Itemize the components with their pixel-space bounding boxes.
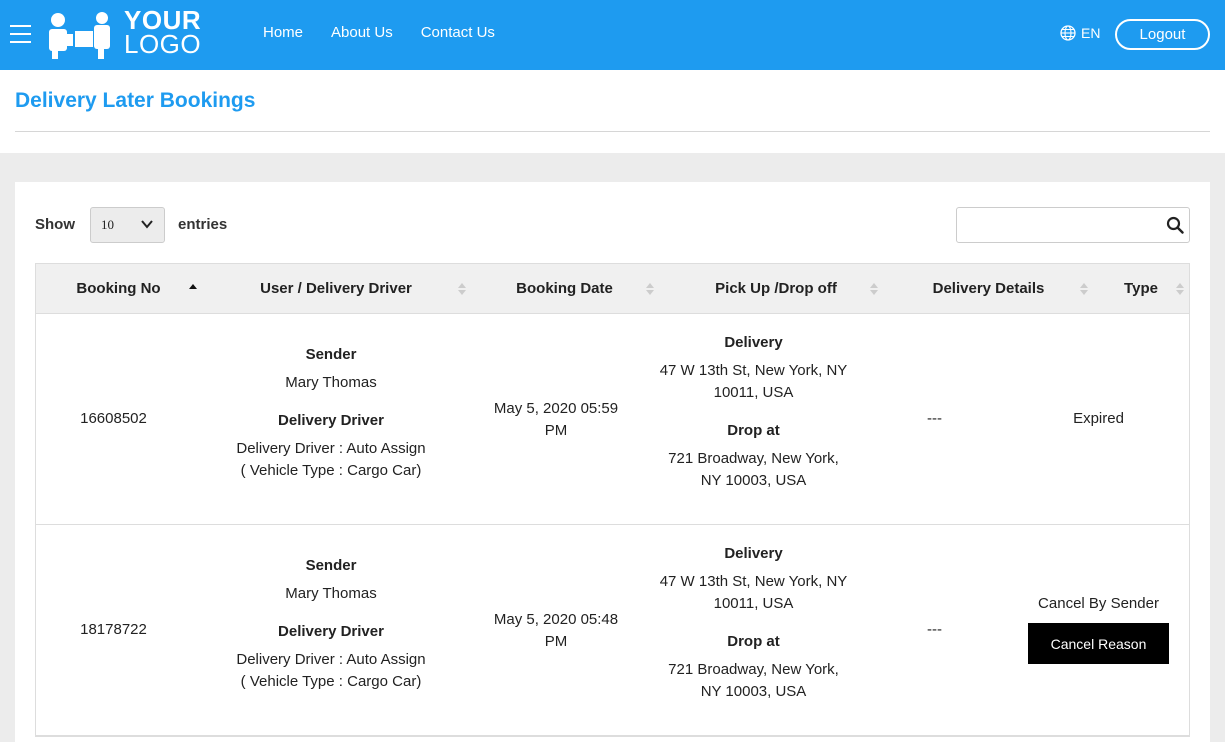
sort-icon[interactable] <box>458 281 466 297</box>
sender-heading: Sender <box>305 346 357 363</box>
drop-address-line-2: NY 10003, USA <box>700 472 807 489</box>
page-length-value: 10 <box>101 217 114 232</box>
show-label: Show <box>35 216 75 233</box>
top-navbar: YOUR LOGO Home About Us Contact Us EN Lo… <box>0 0 1225 70</box>
delivery-details: --- <box>927 410 942 427</box>
pickup-heading: Delivery <box>724 545 783 562</box>
sort-icon[interactable] <box>646 281 654 297</box>
booking-date-line-1: May 5, 2020 05:59 <box>493 400 619 417</box>
column-booking-date[interactable]: Booking Date <box>491 264 638 314</box>
pickup-address-line-1: 47 W 13th St, New York, NY <box>659 362 848 379</box>
sort-asc-icon[interactable] <box>189 281 197 297</box>
booking-date-line-2: PM <box>544 633 568 650</box>
sender-name: Mary Thomas <box>285 585 377 602</box>
nav-about-us[interactable]: About Us <box>331 24 393 41</box>
driver-assign: Delivery Driver : Auto Assign <box>236 651 426 668</box>
table-row: 18178722 Sender Mary Thomas Delivery Dri… <box>36 525 1189 736</box>
table-row: 16608502 Sender Mary Thomas Delivery Dri… <box>36 314 1189 525</box>
pickup-address-line-2: 10011, USA <box>713 384 794 401</box>
bookings-card: Show 10 entries Booking No User / Delive… <box>15 182 1210 742</box>
sender-heading: Sender <box>305 557 357 574</box>
logo[interactable]: YOUR LOGO <box>44 7 209 60</box>
search-input[interactable] <box>956 207 1190 243</box>
bookings-table: Booking No User / Delivery Driver Bookin… <box>35 263 1190 737</box>
pickup-address-line-1: 47 W 13th St, New York, NY <box>659 573 848 590</box>
booking-number: 18178722 <box>80 621 147 638</box>
driver-heading: Delivery Driver <box>278 412 384 429</box>
pickup-dropoff-cell: Delivery 47 W 13th St, New York, NY 1001… <box>636 332 871 492</box>
sort-icon[interactable] <box>1080 281 1088 297</box>
sender-name: Mary Thomas <box>285 374 377 391</box>
user-driver-cell: Sender Mary Thomas Delivery Driver Deliv… <box>206 344 456 482</box>
pickup-address-line-2: 10011, USA <box>713 595 794 612</box>
driver-assign: Delivery Driver : Auto Assign <box>236 440 426 457</box>
booking-date: May 5, 2020 05:59 PM <box>476 398 636 442</box>
language-selector[interactable]: EN <box>1060 25 1100 41</box>
logo-line-2: LOGO <box>124 29 202 59</box>
booking-type: Expired <box>1073 410 1124 427</box>
sort-icon[interactable] <box>870 281 878 297</box>
vehicle-type: ( Vehicle Type : Cargo Car) <box>240 673 422 690</box>
page-header: Delivery Later Bookings <box>0 70 1225 153</box>
main-nav: Home About Us Contact Us <box>263 24 495 41</box>
page-length-select[interactable]: 10 <box>90 207 165 243</box>
delivery-details: --- <box>927 621 942 638</box>
logout-button[interactable]: Logout <box>1115 19 1210 50</box>
column-user-driver[interactable]: User / Delivery Driver <box>236 264 436 314</box>
cancel-reason-button[interactable]: Cancel Reason <box>1028 623 1169 664</box>
booking-date: May 5, 2020 05:48 PM <box>476 609 636 653</box>
sort-icon[interactable] <box>1176 281 1184 297</box>
divider <box>15 131 1210 132</box>
nav-contact-us[interactable]: Contact Us <box>421 24 495 41</box>
chevron-down-icon <box>141 220 153 229</box>
page-title: Delivery Later Bookings <box>15 89 256 112</box>
booking-number: 16608502 <box>80 410 147 427</box>
drop-address-line-1: 721 Broadway, New York, <box>668 661 839 678</box>
drop-heading: Drop at <box>727 422 780 439</box>
pickup-dropoff-cell: Delivery 47 W 13th St, New York, NY 1001… <box>636 543 871 703</box>
vehicle-type: ( Vehicle Type : Cargo Car) <box>240 462 422 479</box>
booking-date-line-1: May 5, 2020 05:48 <box>493 611 619 628</box>
search-icon[interactable] <box>1166 216 1184 234</box>
column-type[interactable]: Type <box>1111 264 1171 314</box>
user-driver-cell: Sender Mary Thomas Delivery Driver Deliv… <box>206 555 456 693</box>
column-delivery-details[interactable]: Delivery Details <box>906 264 1071 314</box>
entries-label: entries <box>178 216 228 233</box>
drop-address-line-1: 721 Broadway, New York, <box>668 450 839 467</box>
nav-home[interactable]: Home <box>263 24 303 41</box>
pickup-heading: Delivery <box>724 334 783 351</box>
column-booking-no[interactable]: Booking No <box>56 264 181 314</box>
drop-address-line-2: NY 10003, USA <box>700 683 807 700</box>
booking-type-cell: Cancel By Sender Cancel Reason <box>1021 595 1176 664</box>
booking-date-line-2: PM <box>544 422 568 439</box>
driver-heading: Delivery Driver <box>278 623 384 640</box>
hamburger-menu-icon[interactable] <box>10 25 31 43</box>
globe-icon <box>1060 25 1076 41</box>
table-header: Booking No User / Delivery Driver Bookin… <box>36 264 1189 314</box>
language-label: EN <box>1081 25 1101 41</box>
delivery-person-icon <box>49 12 110 59</box>
booking-type: Cancel By Sender <box>1038 595 1159 612</box>
column-pickup-dropoff[interactable]: Pick Up /Drop off <box>676 264 876 314</box>
drop-heading: Drop at <box>727 633 780 650</box>
